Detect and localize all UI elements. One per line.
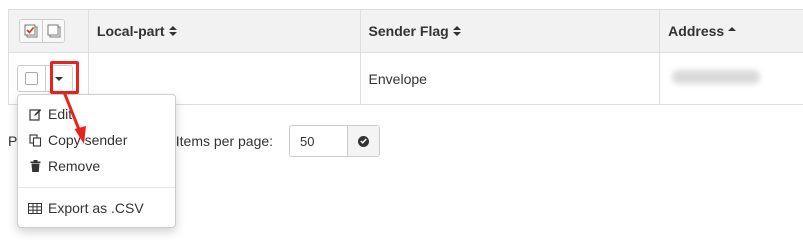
column-header-label: Local-part: [96, 23, 165, 39]
menu-item-export-csv[interactable]: Export as .CSV: [18, 195, 175, 221]
row-checkbox[interactable]: [25, 72, 38, 85]
row-checkbox-wrapper[interactable]: [18, 66, 46, 91]
annotation-highlight-box: [50, 61, 79, 94]
uncheck-all-icon: [47, 24, 60, 38]
select-all-button[interactable]: [20, 20, 42, 42]
select-column-header: [9, 10, 89, 52]
copy-icon: [28, 133, 42, 147]
cell-sender-flag: Envelope: [361, 53, 661, 104]
menu-item-label: Remove: [48, 158, 101, 174]
column-header-label: Address: [668, 23, 725, 39]
column-header-sender-flag[interactable]: Sender Flag: [361, 10, 661, 52]
sort-both-icon: [452, 25, 461, 37]
select-none-button[interactable]: [42, 20, 64, 42]
blurred-address-value: [672, 70, 760, 84]
row-actions-menu: Edit Copy sender Remove Export as .CSV: [17, 94, 176, 228]
edit-icon: [28, 108, 42, 121]
items-per-page-label: . Items per page:: [168, 133, 274, 149]
menu-item-copy-sender[interactable]: Copy sender: [18, 127, 175, 153]
items-per-page-control: [289, 125, 380, 157]
sort-ascending-icon: [728, 25, 737, 37]
menu-item-edit[interactable]: Edit: [18, 101, 175, 127]
menu-item-remove[interactable]: Remove: [18, 153, 175, 179]
items-per-page-input[interactable]: [290, 126, 347, 156]
menu-item-label: Copy sender: [48, 132, 128, 148]
menu-item-label: Edit: [48, 106, 73, 122]
column-header-address[interactable]: Address: [660, 10, 803, 52]
menu-item-label: Export as .CSV: [48, 200, 144, 216]
bulk-select-group: [19, 19, 65, 43]
table-icon: [28, 202, 42, 214]
trash-icon: [28, 160, 42, 172]
table-header-row: Local-part Sender Flag Address: [9, 10, 803, 53]
items-per-page-apply-button[interactable]: [347, 126, 379, 156]
sort-both-icon: [168, 25, 177, 37]
senders-table: Local-part Sender Flag Address Envelope: [8, 9, 803, 105]
column-header-local-part[interactable]: Local-part: [89, 10, 361, 52]
menu-divider: [18, 187, 175, 188]
check-all-icon: [24, 24, 38, 38]
column-header-label: Sender Flag: [368, 23, 449, 39]
ok-circle-icon: [358, 135, 369, 147]
